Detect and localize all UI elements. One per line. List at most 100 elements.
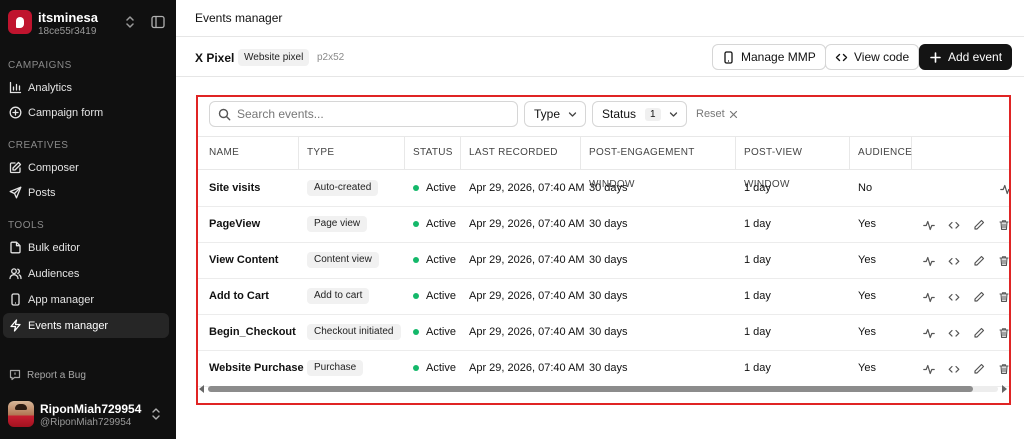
plus-icon	[930, 51, 941, 63]
event-type-badge: Page view	[307, 216, 368, 233]
workspace-switcher[interactable]: itsminesa 18ce55r3419	[8, 8, 168, 38]
type-filter-button[interactable]: Type	[524, 101, 587, 127]
code-icon[interactable]	[948, 219, 960, 231]
sidebar-item-posts[interactable]: Posts	[3, 180, 169, 205]
row-actions	[1000, 171, 1011, 206]
chevrons-up-down-icon[interactable]	[150, 407, 162, 421]
scroll-right-icon[interactable]	[1002, 385, 1007, 393]
add-event-button[interactable]: Add event	[919, 44, 1013, 70]
table-row[interactable]: View Content Content view Active Apr 29, 20…	[198, 243, 1010, 279]
scroll-left-icon[interactable]	[199, 385, 204, 393]
status-filter-count: 1	[645, 107, 661, 121]
table-row[interactable]: Add to Cart Add to cart Active Apr 29, 2026…	[198, 279, 1010, 315]
event-name[interactable]: Begin_Checkout	[209, 315, 296, 350]
code-icon[interactable]	[948, 291, 960, 303]
pixel-type-badge: Website pixel	[238, 49, 310, 66]
trash-icon[interactable]	[998, 363, 1010, 375]
table-row[interactable]: Begin_Checkout Checkout initiated Active Ap…	[198, 315, 1010, 351]
pixel-name: X Pixel	[195, 51, 235, 65]
activity-icon[interactable]	[1000, 183, 1011, 195]
trash-icon[interactable]	[998, 291, 1010, 303]
status-dot	[413, 329, 419, 336]
code-icon[interactable]	[948, 255, 960, 267]
column-header-post-view-window[interactable]: POST-VIEW WINDOW	[736, 137, 850, 190]
chevron-down-icon	[669, 111, 677, 117]
audience: Yes	[858, 362, 876, 374]
event-name[interactable]: Website Purchase	[209, 351, 304, 386]
trash-icon[interactable]	[998, 219, 1010, 231]
event-status: Active	[413, 243, 456, 278]
post-engagement-window: 30 days	[589, 218, 628, 230]
event-name[interactable]: View Content	[209, 243, 278, 278]
sidebar-item-audiences[interactable]: Audiences	[3, 261, 169, 286]
scrollbar-thumb[interactable]	[208, 386, 973, 392]
activity-icon[interactable]	[923, 363, 935, 375]
report-bug-link[interactable]: Report a Bug	[9, 369, 86, 381]
pixel-header: X Pixel Website pixel p2x52 Manage MMP V…	[176, 37, 1024, 77]
activity-icon[interactable]	[923, 219, 935, 231]
last-recorded: Apr 29, 2026, 07:40 AM	[469, 218, 585, 230]
view-code-button[interactable]: View code	[825, 44, 920, 70]
search-box[interactable]	[209, 101, 518, 127]
edit-icon	[9, 161, 22, 174]
edit-icon[interactable]	[973, 291, 985, 303]
sidebar-toggle-icon[interactable]	[151, 15, 165, 29]
post-view-window: 1 day	[744, 290, 771, 302]
activity-icon[interactable]	[923, 291, 935, 303]
workspace-id: 18ce55r3419	[38, 26, 97, 37]
edit-icon[interactable]	[973, 327, 985, 339]
last-recorded: Apr 29, 2026, 07:40 AM	[469, 326, 585, 338]
chevron-down-icon	[568, 111, 577, 117]
sidebar-item-events-manager[interactable]: Events manager	[3, 313, 169, 338]
column-header-last-recorded[interactable]: LAST RECORDED	[461, 137, 581, 169]
event-type-badge: Purchase	[307, 360, 364, 377]
sidebar-item-bulk-editor[interactable]: Bulk editor	[3, 235, 169, 260]
column-header-status[interactable]: STATUS	[405, 137, 461, 169]
horizontal-scrollbar[interactable]	[198, 382, 1009, 394]
user-menu[interactable]: RiponMiah729954 @RiponMiah729954	[8, 400, 170, 430]
event-name[interactable]: Add to Cart	[209, 279, 269, 314]
sidebar-item-label: Events manager	[28, 319, 109, 332]
sidebar-item-campaign-form[interactable]: Campaign form	[3, 100, 169, 125]
column-header-name[interactable]: NAME	[198, 137, 299, 169]
workspace-name: itsminesa	[38, 10, 98, 25]
code-icon[interactable]	[948, 327, 960, 339]
table-row[interactable]: Site visits Auto-created Active Apr 29, 202…	[198, 171, 1011, 207]
post-engagement-window: 30 days	[589, 362, 628, 374]
search-icon	[218, 108, 231, 120]
plus-circle-icon	[9, 106, 22, 119]
edit-icon[interactable]	[973, 219, 985, 231]
edit-icon[interactable]	[973, 255, 985, 267]
reset-filters-button[interactable]: Reset	[696, 108, 738, 120]
edit-icon[interactable]	[973, 363, 985, 375]
row-actions	[923, 279, 1010, 314]
activity-icon[interactable]	[923, 327, 935, 339]
column-header-type[interactable]: TYPE	[299, 137, 405, 169]
table-row[interactable]: PageView Page view Active Apr 29, 2026, 07:…	[198, 207, 1010, 243]
post-engagement-window: 30 days	[589, 290, 628, 302]
sidebar-item-app-manager[interactable]: App manager	[3, 287, 169, 312]
search-input[interactable]	[237, 107, 507, 121]
sidebar-item-analytics[interactable]: Analytics	[3, 75, 169, 100]
chevrons-up-down-icon[interactable]	[123, 14, 137, 30]
trash-icon[interactable]	[998, 255, 1010, 267]
manage-mmp-button[interactable]: Manage MMP	[712, 44, 826, 70]
event-name[interactable]: Site visits	[209, 171, 260, 206]
status-text: Active	[426, 218, 456, 230]
file-icon	[10, 241, 21, 254]
status-filter-button[interactable]: Status 1	[592, 101, 687, 127]
sidebar-item-composer[interactable]: Composer	[3, 155, 169, 180]
column-header-post-engagement-window[interactable]: POST-ENGAGEMENT WINDOW	[581, 137, 736, 190]
code-icon[interactable]	[948, 363, 960, 375]
audience: Yes	[858, 326, 876, 338]
report-bug-label: Report a Bug	[27, 369, 86, 381]
event-name[interactable]: PageView	[209, 207, 260, 242]
audience: No	[858, 182, 873, 194]
column-header-audience[interactable]: AUDIENCE	[850, 137, 912, 169]
activity-icon[interactable]	[923, 255, 935, 267]
manage-mmp-label: Manage MMP	[741, 50, 816, 64]
events-table-panel: Type Status 1 Reset NAME TYPE STATUS LAS…	[196, 95, 1011, 405]
event-type: Auto-created	[307, 171, 379, 206]
close-icon	[729, 110, 737, 118]
trash-icon[interactable]	[998, 327, 1010, 339]
